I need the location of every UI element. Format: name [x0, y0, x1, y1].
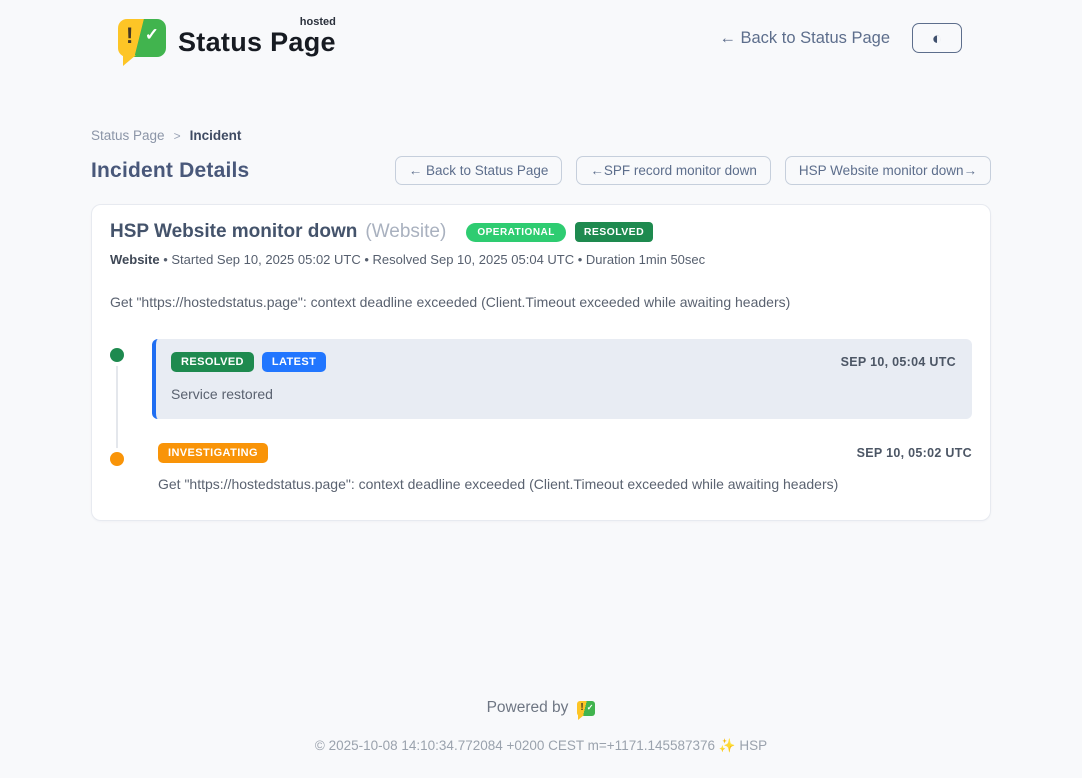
page-title: Incident Details: [91, 159, 249, 183]
brand-logo[interactable]: ! ✓ Status Page hosted: [118, 19, 336, 58]
main-content: Status Page > Incident Incident Details …: [91, 128, 991, 521]
status-badge-investigating: INVESTIGATING: [158, 443, 268, 463]
powered-by-link[interactable]: Powered by ! ✓: [487, 699, 596, 717]
breadcrumb-incident: Incident: [190, 128, 242, 143]
footer: Powered by ! ✓ © 2025-10-08 14:10:34.772…: [0, 699, 1082, 778]
breadcrumb: Status Page > Incident: [91, 128, 991, 143]
prev-incident-button[interactable]: ←SPF record monitor down: [576, 156, 771, 185]
checkmark-icon: ✓: [145, 25, 159, 45]
timeline-entry-resolved: RESOLVED LATEST SEP 10, 05:04 UTC Servic…: [110, 339, 972, 419]
incident-meta: Website • Started Sep 10, 2025 05:02 UTC…: [110, 252, 972, 267]
next-incident-button[interactable]: HSP Website monitor down→: [785, 156, 991, 185]
brand-name: Status Page: [178, 27, 336, 57]
timeline-entry-investigating: INVESTIGATING SEP 10, 05:02 UTC Get "htt…: [110, 443, 972, 492]
incident-timeline: RESOLVED LATEST SEP 10, 05:04 UTC Servic…: [110, 339, 972, 492]
incident-meta-dates: • Started Sep 10, 2025 05:02 UTC • Resol…: [160, 252, 706, 267]
breadcrumb-separator: >: [174, 129, 181, 143]
timeline-timestamp: SEP 10, 05:02 UTC: [857, 446, 972, 460]
back-to-status-page-link[interactable]: ← Back to Status Page: [719, 29, 890, 48]
copyright-text: © 2025-10-08 14:10:34.772084 +0200 CEST …: [0, 738, 1082, 754]
timeline-dot-orange: [110, 452, 124, 466]
resolved-badge: RESOLVED: [575, 222, 653, 242]
theme-toggle-button[interactable]: ◐: [912, 23, 962, 53]
incident-title: HSP Website monitor down: [110, 221, 357, 243]
status-page-mini-logo-icon: ! ✓: [577, 701, 595, 716]
checkmark-icon: ✓: [587, 703, 594, 712]
exclamation-icon: !: [580, 702, 583, 713]
timeline-timestamp: SEP 10, 05:04 UTC: [841, 355, 956, 369]
incident-meta-component: Website: [110, 252, 160, 267]
powered-by-label: Powered by: [487, 699, 569, 717]
breadcrumb-status-page[interactable]: Status Page: [91, 128, 165, 143]
incident-component: (Website): [365, 221, 446, 243]
operational-badge: OPERATIONAL: [466, 223, 566, 242]
latest-badge: LATEST: [262, 352, 326, 372]
exclamation-icon: !: [126, 23, 133, 49]
timeline-message: Service restored: [171, 386, 956, 402]
brand-superscript: hosted: [300, 16, 336, 28]
incident-nav: ← Back to Status Page ←SPF record monito…: [395, 156, 991, 185]
timeline-message: Get "https://hostedstatus.page": context…: [158, 476, 972, 492]
incident-card: HSP Website monitor down (Website) OPERA…: [91, 204, 991, 521]
contrast-icon: ◐: [932, 30, 942, 47]
incident-description: Get "https://hostedstatus.page": context…: [110, 294, 972, 310]
status-badge-resolved: RESOLVED: [171, 352, 254, 372]
status-bubble-icon: ! ✓: [118, 19, 166, 57]
header: ! ✓ Status Page hosted ← Back to Status …: [0, 0, 1082, 76]
back-to-status-page-button[interactable]: ← Back to Status Page: [395, 156, 563, 185]
timeline-dot-green: [110, 348, 124, 362]
